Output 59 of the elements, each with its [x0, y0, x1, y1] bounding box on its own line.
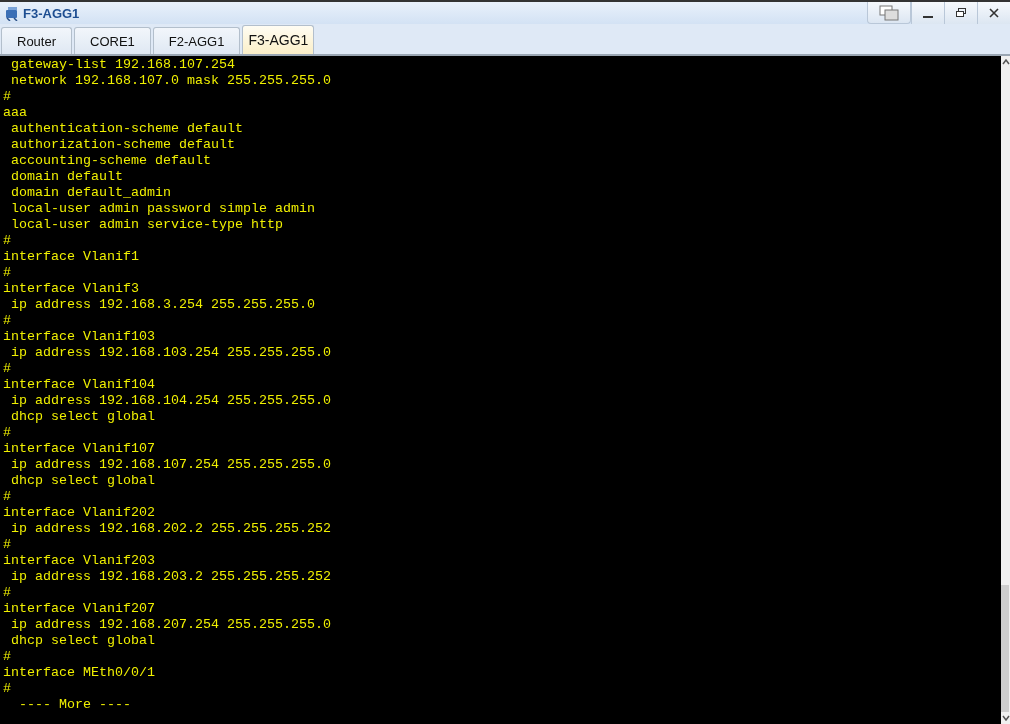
- tab[interactable]: F3-AGG1: [242, 25, 315, 54]
- terminal-line: #: [3, 537, 12, 553]
- terminal-line: accounting-scheme default: [10, 153, 212, 169]
- window-title: F3-AGG1: [23, 5, 80, 21]
- terminal-line: ip address 192.168.203.2 255.255.255.252: [10, 569, 332, 585]
- terminal-line: interface Vlanif103: [3, 329, 156, 345]
- terminal-line: #: [3, 681, 12, 697]
- terminal-line: #: [3, 361, 12, 377]
- scrollbar[interactable]: [1001, 56, 1010, 724]
- terminal-line: interface Vlanif104: [3, 377, 156, 393]
- terminal-line: #: [3, 265, 12, 281]
- terminal-line: authentication-scheme default: [10, 121, 244, 137]
- terminal-line: authorization-scheme default: [10, 137, 236, 153]
- tab[interactable]: F2-AGG1: [152, 27, 241, 54]
- terminal-line: local-user admin service-type http: [10, 217, 284, 233]
- terminal-line: ---- More ----: [18, 697, 132, 713]
- terminal-line: #: [3, 425, 12, 441]
- tab[interactable]: Router: [1, 27, 73, 54]
- minimize-button[interactable]: [911, 2, 944, 24]
- tab[interactable]: CORE1: [74, 27, 151, 54]
- terminal-line: dhcp select global: [10, 409, 156, 425]
- terminal-line: interface Vlanif202: [3, 505, 156, 521]
- terminal-line: #: [3, 649, 12, 665]
- scrollbar-thumb[interactable]: [1001, 585, 1009, 712]
- terminal-line: local-user admin password simple admin: [10, 201, 316, 217]
- scroll-up-icon: [1001, 59, 1010, 65]
- terminal-line: #: [3, 233, 12, 249]
- terminal-line: aaa: [3, 105, 28, 121]
- terminal-line: domain default_admin: [10, 185, 172, 201]
- terminal-line: dhcp select global: [10, 473, 156, 489]
- terminal-line: interface Vlanif203: [3, 553, 156, 569]
- network-icon: [4, 5, 20, 21]
- terminal-line: #: [3, 489, 12, 505]
- windows-icon: [879, 4, 899, 21]
- tile-windows-button[interactable]: [867, 2, 911, 24]
- terminal-line: #: [3, 585, 12, 601]
- scroll-down-icon: [1001, 715, 1010, 721]
- terminal-line: interface Vlanif107: [3, 441, 156, 457]
- close-icon: [988, 7, 1000, 19]
- terminal-line: ip address 192.168.107.254 255.255.255.0: [10, 457, 332, 473]
- terminal-line: dhcp select global: [10, 633, 156, 649]
- terminal-line: ip address 192.168.103.254 255.255.255.0: [10, 345, 332, 361]
- terminal-line: #: [3, 89, 12, 105]
- terminal-line: ip address 192.168.104.254 255.255.255.0: [10, 393, 332, 409]
- close-button[interactable]: [977, 2, 1010, 24]
- terminal-line: ip address 192.168.3.254 255.255.255.0: [10, 297, 316, 313]
- terminal-line: gateway-list 192.168.107.254: [10, 57, 236, 73]
- restore-icon: [955, 7, 967, 19]
- terminal-line: network 192.168.107.0 mask 255.255.255.0: [10, 73, 332, 89]
- restore-button[interactable]: [944, 2, 977, 24]
- terminal-line: interface Vlanif1: [3, 249, 140, 265]
- terminal-line: ip address 192.168.202.2 255.255.255.252: [10, 521, 332, 537]
- minimize-icon: [923, 16, 933, 18]
- terminal-line: interface Vlanif3: [3, 281, 140, 297]
- terminal-line: #: [3, 313, 12, 329]
- terminal-line: domain default: [10, 169, 124, 185]
- terminal-line: ip address 192.168.207.254 255.255.255.0: [10, 617, 332, 633]
- terminal-line: interface MEth0/0/1: [3, 665, 156, 681]
- terminal-line: interface Vlanif207: [3, 601, 156, 617]
